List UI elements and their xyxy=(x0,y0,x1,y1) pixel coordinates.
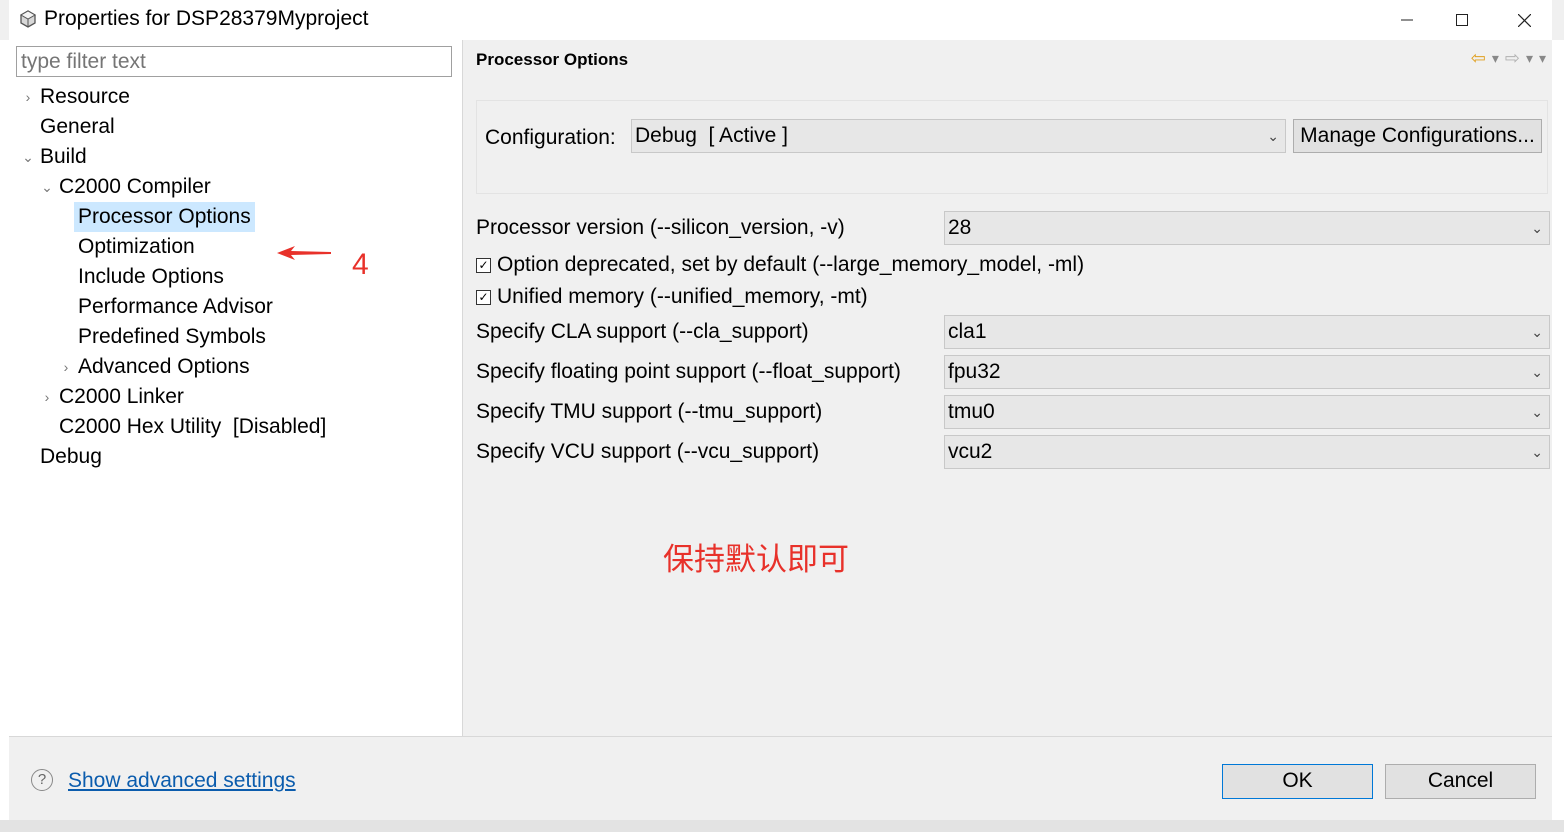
background-left-edge xyxy=(0,40,9,832)
settings-pane: Processor Options ⇦ ▾ ⇨ ▾ ▾ Configuratio… xyxy=(464,40,1552,736)
unified-memory-option[interactable]: ✓ Unified memory (--unified_memory, -mt) xyxy=(476,285,868,309)
page-title: Processor Options xyxy=(476,50,629,69)
chevron-right-icon[interactable]: › xyxy=(41,382,53,412)
configuration-select[interactable]: Debug [ Active ] ⌄ xyxy=(631,119,1286,153)
chevron-down-icon: ⌄ xyxy=(1531,404,1543,420)
view-menu-chevron-down-icon[interactable]: ▾ xyxy=(1539,50,1546,67)
window-title: Properties for DSP28379Myproject xyxy=(44,7,369,30)
show-advanced-settings-link[interactable]: Show advanced settings xyxy=(68,769,296,793)
large-memory-checkbox[interactable]: ✓ xyxy=(476,257,491,273)
chevron-down-icon: ⌄ xyxy=(1531,220,1543,236)
vcu-support-label: Specify VCU support (--vcu_support) xyxy=(476,440,820,463)
tmu-support-select[interactable]: tmu0 ⌄ xyxy=(944,395,1550,429)
forward-arrow-icon[interactable]: ⇨ xyxy=(1505,48,1520,69)
navigation-pane: › Resource General ⌄ Build ⌄ C2000 Compi… xyxy=(9,40,463,736)
background-right-edge xyxy=(1552,40,1564,832)
configuration-group: Configuration: Debug [ Active ] ⌄ Manage… xyxy=(476,100,1548,194)
maximize-button[interactable] xyxy=(1439,4,1485,36)
page-navigation: ⇦ ▾ ⇨ ▾ ▾ xyxy=(1471,48,1546,69)
close-icon xyxy=(1517,13,1531,27)
float-support-label: Specify floating point support (--float_… xyxy=(476,360,901,383)
manage-configurations-button[interactable]: Manage Configurations... xyxy=(1293,119,1542,153)
tmu-support-label: Specify TMU support (--tmu_support) xyxy=(476,400,823,423)
back-arrow-icon[interactable]: ⇦ xyxy=(1471,48,1486,69)
title-bar[interactable]: Properties for DSP28379Myproject xyxy=(9,0,1552,40)
close-button[interactable] xyxy=(1501,4,1547,36)
unified-memory-checkbox[interactable]: ✓ xyxy=(476,289,491,305)
processor-version-label: Processor version (--silicon_version, -v… xyxy=(476,216,845,239)
app-icon xyxy=(19,10,37,28)
chevron-down-icon: ⌄ xyxy=(1531,364,1543,380)
forward-menu-chevron-down-icon[interactable]: ▾ xyxy=(1526,50,1533,67)
minimize-icon xyxy=(1401,19,1413,21)
help-icon[interactable]: ? xyxy=(31,769,53,791)
processor-version-select[interactable]: 28 ⌄ xyxy=(944,211,1550,245)
vcu-support-select[interactable]: vcu2 ⌄ xyxy=(944,435,1550,469)
annotation-note: 保持默认即可 xyxy=(663,542,849,577)
chevron-right-icon[interactable]: › xyxy=(22,82,34,112)
chevron-down-icon: ⌄ xyxy=(1531,324,1543,340)
back-menu-chevron-down-icon[interactable]: ▾ xyxy=(1492,50,1499,67)
maximize-icon xyxy=(1456,14,1468,26)
configuration-label: Configuration: xyxy=(485,126,616,149)
properties-dialog: Properties for DSP28379Myproject › Resou… xyxy=(9,0,1552,820)
ok-button[interactable]: OK xyxy=(1222,764,1373,799)
cla-support-select[interactable]: cla1 ⌄ xyxy=(944,315,1550,349)
cancel-button[interactable]: Cancel xyxy=(1385,764,1536,799)
large-memory-option[interactable]: ✓ Option deprecated, set by default (--l… xyxy=(476,253,1084,277)
background-bottom-edge xyxy=(0,820,1564,832)
dialog-footer: ? Show advanced settings OK Cancel xyxy=(9,736,1552,820)
minimize-button[interactable] xyxy=(1384,4,1430,36)
annotation-number: 4 xyxy=(352,248,369,281)
float-support-select[interactable]: fpu32 ⌄ xyxy=(944,355,1550,389)
filter-input[interactable] xyxy=(16,46,452,77)
chevron-down-icon: ⌄ xyxy=(1267,128,1279,144)
chevron-down-icon: ⌄ xyxy=(1531,444,1543,460)
chevron-down-icon[interactable]: ⌄ xyxy=(22,142,34,172)
cla-support-label: Specify CLA support (--cla_support) xyxy=(476,320,809,343)
chevron-down-icon[interactable]: ⌄ xyxy=(41,172,53,202)
annotation-arrow-icon xyxy=(277,246,331,260)
chevron-right-icon[interactable]: › xyxy=(60,352,72,382)
